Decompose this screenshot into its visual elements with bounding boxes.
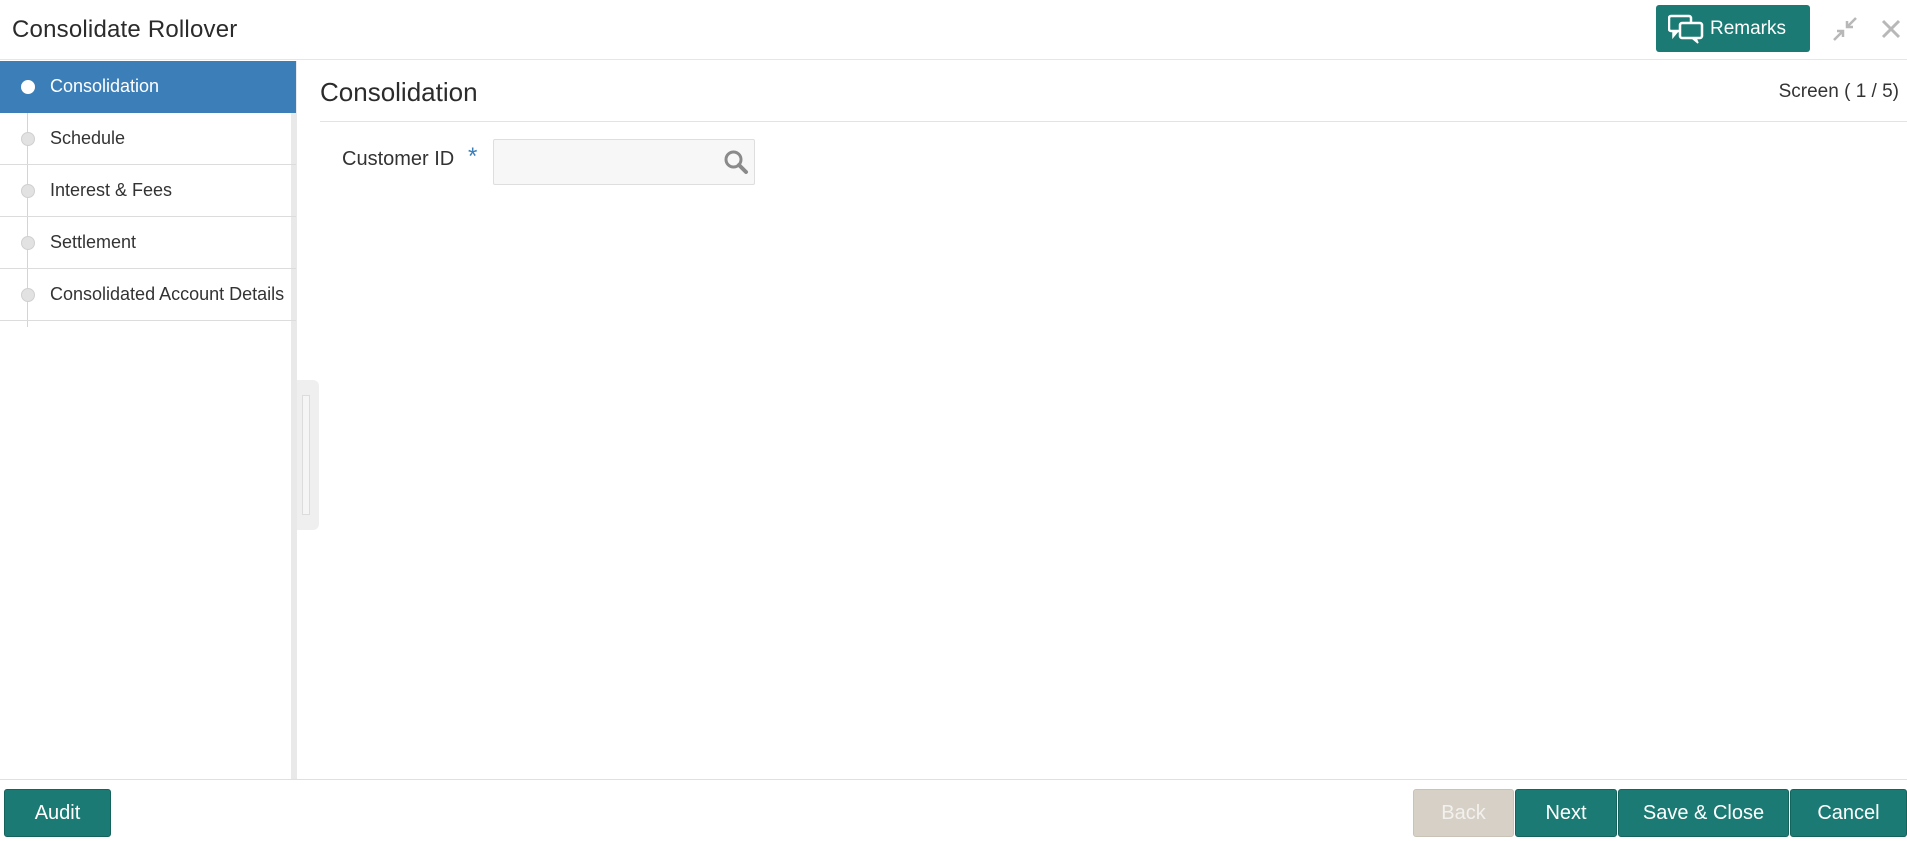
- save-close-button[interactable]: Save & Close: [1618, 789, 1789, 837]
- sidebar-item-consolidation[interactable]: Consolidation: [0, 61, 296, 113]
- sidebar-nav: Consolidation Schedule Interest & Fees S…: [0, 61, 297, 779]
- step-dot-icon: [21, 80, 35, 94]
- step-dot-icon: [21, 288, 35, 302]
- step-dot-icon: [21, 236, 35, 250]
- step-dot-icon: [21, 184, 35, 198]
- required-marker: *: [468, 143, 478, 170]
- sidebar-item-label: Interest & Fees: [50, 180, 173, 200]
- main-content: Consolidation Screen ( 1 / 5) Customer I…: [320, 61, 1907, 779]
- close-icon[interactable]: [1878, 16, 1904, 42]
- sidebar-item-label: Schedule: [50, 128, 126, 148]
- search-icon[interactable]: [723, 149, 749, 175]
- sidebar-item-label: Consolidation: [50, 76, 160, 96]
- sidebar-item-schedule[interactable]: Schedule: [0, 113, 296, 165]
- minimize-icon[interactable]: [1832, 16, 1858, 42]
- sidebar-resize-handle[interactable]: [297, 380, 319, 530]
- customer-id-input[interactable]: [494, 140, 714, 184]
- sidebar-item-consolidated-account-details[interactable]: Consolidated Account Details: [0, 269, 296, 321]
- app-title: Consolidate Rollover: [12, 16, 238, 43]
- footer-bar: Audit Back Next Save & Close Cancel: [0, 779, 1907, 841]
- customer-id-field-wrapper: [493, 139, 755, 185]
- back-button[interactable]: Back: [1413, 789, 1514, 837]
- screen-counter: Screen ( 1 / 5): [1778, 81, 1899, 102]
- chat-bubbles-icon: [1668, 14, 1704, 44]
- step-dot-icon: [21, 132, 35, 146]
- sidebar-item-settlement[interactable]: Settlement: [0, 217, 296, 269]
- app-header: Consolidate Rollover Remarks: [0, 0, 1907, 60]
- page-title: Consolidation: [320, 77, 478, 107]
- sidebar-item-label: Settlement: [50, 232, 137, 252]
- cancel-button[interactable]: Cancel: [1790, 789, 1907, 837]
- remarks-button[interactable]: Remarks: [1656, 5, 1810, 52]
- remarks-label: Remarks: [1710, 17, 1787, 39]
- divider: [320, 121, 1907, 122]
- customer-id-label: Customer ID: [342, 148, 455, 170]
- audit-button[interactable]: Audit: [4, 789, 111, 837]
- sidebar-item-label: Consolidated Account Details: [50, 284, 285, 304]
- sidebar-item-interest-fees[interactable]: Interest & Fees: [0, 165, 296, 217]
- resize-grip: [302, 395, 310, 515]
- next-button[interactable]: Next: [1515, 789, 1617, 837]
